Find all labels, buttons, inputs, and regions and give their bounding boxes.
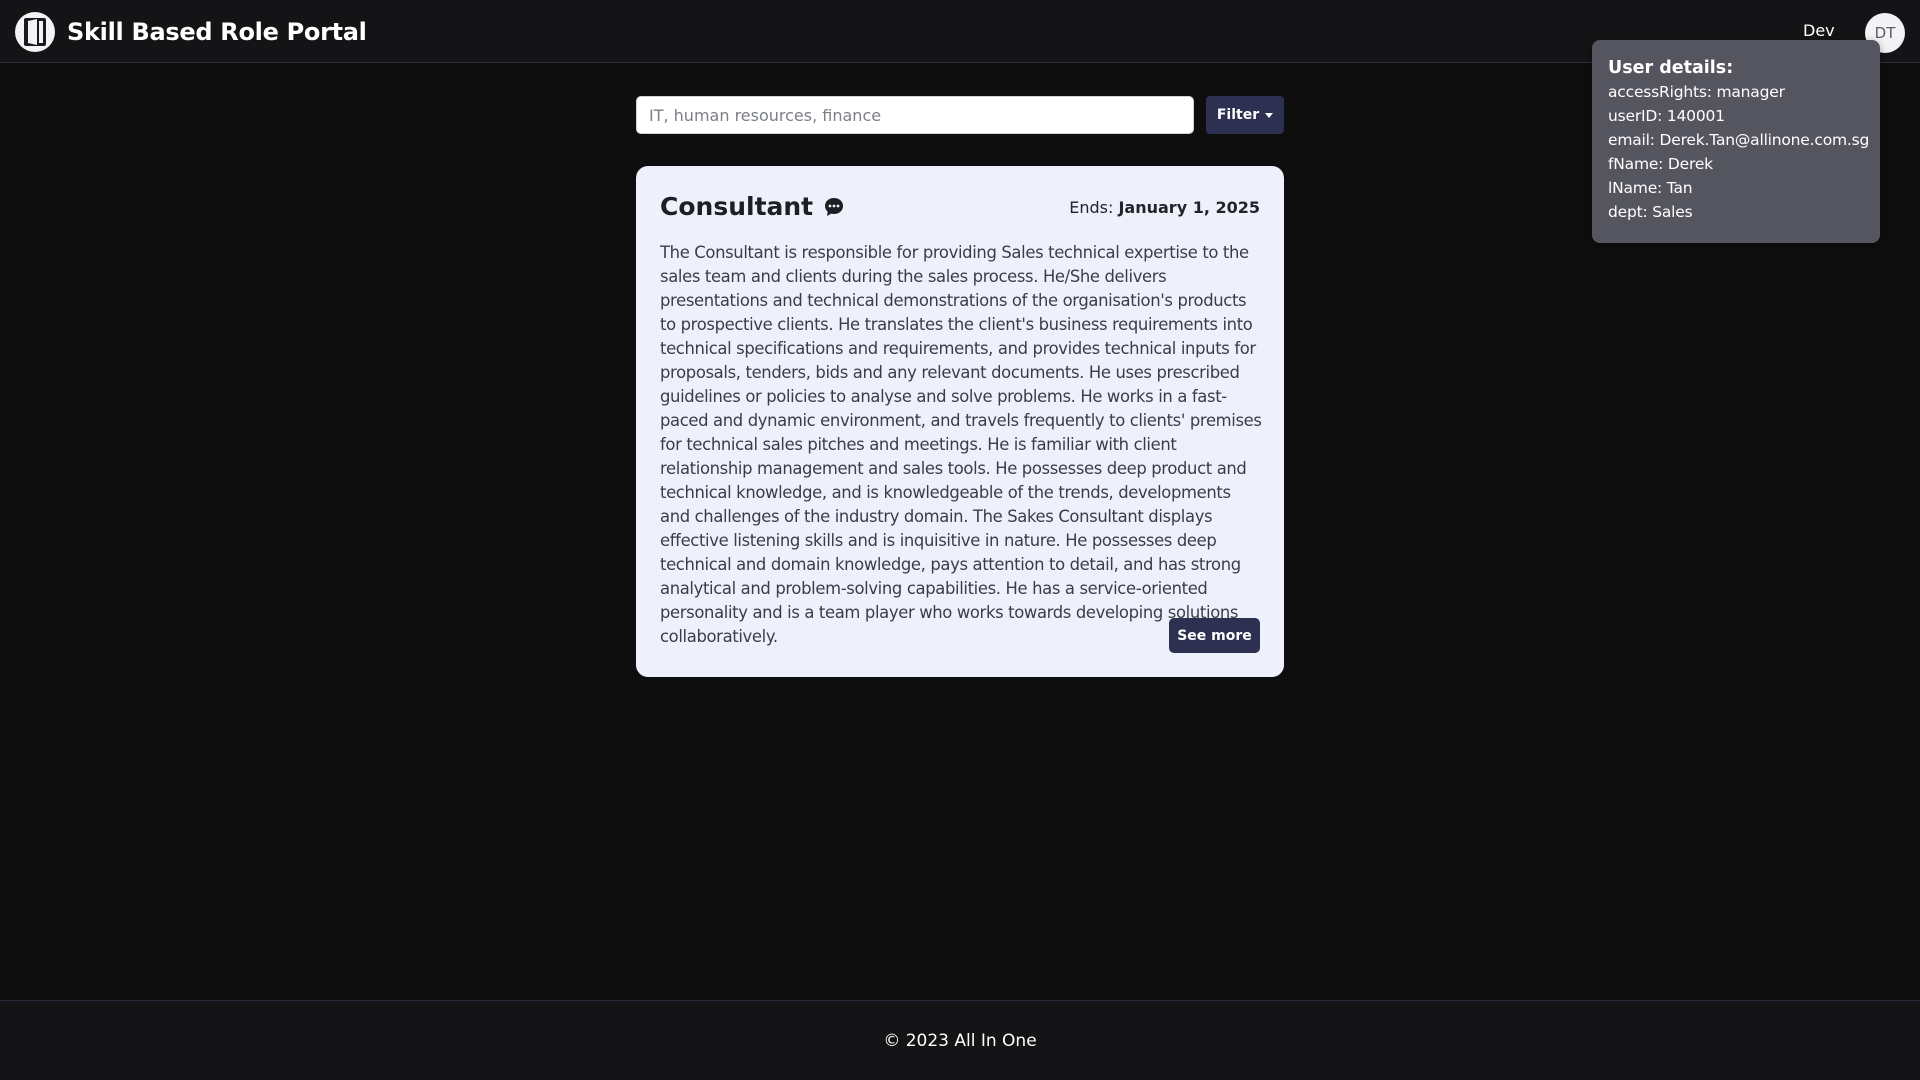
user-detail-access-rights: accessRights: manager: [1608, 83, 1785, 101]
brand-title: Skill Based Role Portal: [67, 18, 367, 46]
user-detail-email: email: Derek.Tan@allinone.com.sg: [1608, 131, 1870, 149]
see-more-button[interactable]: See more: [1169, 618, 1260, 653]
role-title: Consultant: [660, 192, 814, 221]
door-logo-icon: [15, 12, 55, 52]
role-title-row: Consultant: [660, 192, 845, 221]
footer: © 2023 All In One: [0, 1000, 1920, 1080]
user-detail-first-name: fName: Derek: [1608, 155, 1713, 173]
footer-copyright: © 2023 All In One: [883, 1030, 1037, 1051]
nav-link-dev[interactable]: Dev: [1803, 21, 1835, 40]
role-end-date: Ends: January 1, 2025: [1069, 198, 1260, 217]
user-details-title: User details:: [1608, 58, 1734, 78]
caret-down-icon: [1265, 112, 1274, 118]
ends-label: Ends:: [1069, 198, 1114, 217]
search-input[interactable]: [636, 96, 1194, 134]
brand[interactable]: Skill Based Role Portal: [15, 12, 367, 52]
role-card: Consultant Ends: January 1, 2025 The Con…: [636, 166, 1284, 677]
user-detail-dept: dept: Sales: [1608, 203, 1693, 221]
ends-date: January 1, 2025: [1118, 198, 1260, 217]
role-description: The Consultant is responsible for provid…: [660, 243, 1262, 646]
filter-label: Filter: [1216, 107, 1260, 123]
user-detail-user-id: userID: 140001: [1608, 107, 1725, 125]
chat-bubble-icon[interactable]: [823, 196, 845, 218]
user-detail-last-name: lName: Tan: [1608, 179, 1693, 197]
filter-dropdown-button[interactable]: Filter: [1206, 96, 1284, 134]
user-details-popover: User details: accessRights: manager user…: [1592, 40, 1880, 243]
